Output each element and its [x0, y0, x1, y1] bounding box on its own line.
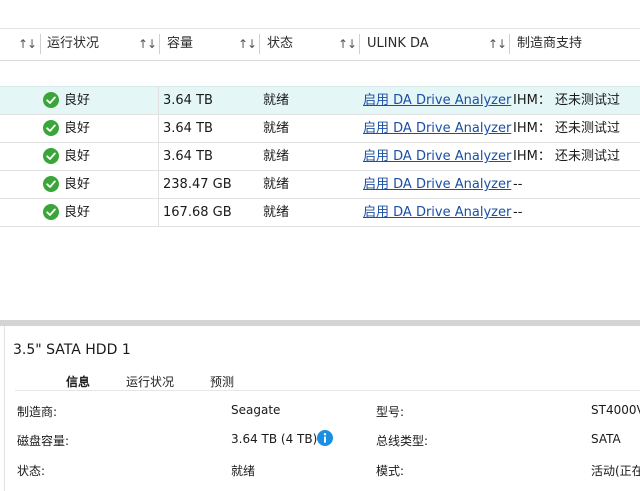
- column-header-health[interactable]: 运行状况: [47, 36, 99, 52]
- capacity-value: 238.47 GB: [163, 177, 232, 192]
- enable-drive-analyzer-link[interactable]: 启用 DA Drive Analyzer: [363, 199, 511, 226]
- column-divider: [158, 87, 159, 114]
- status-value: 就绪: [263, 149, 290, 164]
- enable-drive-analyzer-link[interactable]: 启用 DA Drive Analyzer: [363, 115, 511, 142]
- capacity-value: 3.64 TB: [163, 93, 213, 108]
- table-row[interactable]: 良好 167.68 GB 就绪 启用 DA Drive Analyzer --: [0, 199, 640, 227]
- sort-arrows-icon[interactable]: ↑↓: [338, 36, 357, 52]
- column-header-ulink-da[interactable]: ULINK DA: [367, 36, 429, 52]
- check-circle-icon: [43, 92, 59, 108]
- check-circle-icon: [43, 148, 59, 164]
- check-circle-icon: [43, 204, 59, 220]
- capacity-detail-value: 3.64 TB (4 TB): [231, 432, 318, 446]
- column-separator[interactable]: [259, 34, 260, 54]
- column-separator[interactable]: [159, 34, 160, 54]
- sort-arrows-icon[interactable]: ↑↓: [488, 36, 507, 52]
- drive-title: 3.5" SATA HDD 1: [13, 342, 131, 358]
- header-top-strip: [0, 0, 640, 29]
- status-value: 就绪: [263, 177, 290, 192]
- health-value: 良好: [64, 205, 91, 220]
- drive-detail-pane: 3.5" SATA HDD 1 信息 运行状况 预测 制造商: Seagate …: [0, 326, 640, 491]
- column-separator[interactable]: [40, 34, 41, 54]
- capacity-value: 3.64 TB: [163, 149, 213, 164]
- tab-info[interactable]: 信息: [66, 373, 90, 390]
- table-header: ↑↓ 运行状况 ↑↓ 容量 ↑↓ 状态 ↑↓ ULINK DA ↑↓ 制造商支持: [0, 0, 640, 61]
- column-header-status[interactable]: 状态: [267, 36, 293, 52]
- model-value: ST4000V: [591, 403, 640, 417]
- sort-arrows-icon[interactable]: ↑↓: [238, 36, 257, 52]
- support-value: IHM： 还未测试过: [513, 93, 620, 108]
- status-value: 就绪: [263, 93, 290, 108]
- column-separator[interactable]: [359, 34, 360, 54]
- support-value: --: [513, 177, 523, 192]
- status-value: 就绪: [263, 205, 290, 220]
- detail-left-border: [4, 326, 5, 491]
- drive-list: 良好 3.64 TB 就绪 启用 DA Drive Analyzer IHM： …: [0, 86, 640, 227]
- storage-window: ↑↓ 运行状况 ↑↓ 容量 ↑↓ 状态 ↑↓ ULINK DA ↑↓ 制造商支持…: [0, 0, 640, 491]
- check-circle-icon: [43, 176, 59, 192]
- health-value: 良好: [64, 93, 91, 108]
- support-value: --: [513, 205, 523, 220]
- support-value: IHM： 还未测试过: [513, 121, 620, 136]
- enable-drive-analyzer-link[interactable]: 启用 DA Drive Analyzer: [363, 87, 511, 114]
- column-separator[interactable]: [509, 34, 510, 54]
- table-row[interactable]: 良好 238.47 GB 就绪 启用 DA Drive Analyzer --: [0, 171, 640, 199]
- check-circle-icon: [43, 120, 59, 136]
- sort-arrows-icon[interactable]: ↑↓: [138, 36, 157, 52]
- health-value: 良好: [64, 121, 91, 136]
- bus-type-value: SATA: [591, 432, 621, 446]
- tab-prediction[interactable]: 预测: [210, 373, 234, 390]
- column-header-manufacturer-support[interactable]: 制造商支持: [517, 36, 582, 52]
- status-value: 就绪: [263, 121, 290, 136]
- column-divider: [158, 199, 159, 226]
- table-row[interactable]: 良好 3.64 TB 就绪 启用 DA Drive Analyzer IHM： …: [0, 86, 640, 115]
- enable-drive-analyzer-link[interactable]: 启用 DA Drive Analyzer: [363, 171, 511, 198]
- column-header-capacity[interactable]: 容量: [167, 36, 193, 52]
- column-divider: [158, 171, 159, 198]
- column-divider: [158, 143, 159, 170]
- column-divider: [158, 115, 159, 142]
- info-icon[interactable]: [317, 430, 333, 446]
- sort-arrows-icon[interactable]: ↑↓: [18, 36, 37, 52]
- table-row[interactable]: 良好 3.64 TB 就绪 启用 DA Drive Analyzer IHM： …: [0, 115, 640, 143]
- capacity-value: 167.68 GB: [163, 205, 232, 220]
- model-label: 型号:: [376, 405, 405, 419]
- tab-health[interactable]: 运行状况: [126, 373, 174, 390]
- bus-type-label: 总线类型:: [376, 434, 429, 448]
- manufacturer-value: Seagate: [231, 403, 281, 417]
- support-value: IHM： 还未测试过: [513, 149, 620, 164]
- health-value: 良好: [64, 177, 91, 192]
- capacity-value: 3.64 TB: [163, 121, 213, 136]
- mode-label: 模式:: [376, 464, 405, 478]
- status-label: 状态:: [17, 464, 46, 478]
- table-row[interactable]: 良好 3.64 TB 就绪 启用 DA Drive Analyzer IHM： …: [0, 143, 640, 171]
- tab-strip-divider: [15, 390, 640, 391]
- health-value: 良好: [64, 149, 91, 164]
- status-detail-value: 就绪: [231, 464, 256, 478]
- mode-value: 活动(正在: [591, 464, 640, 478]
- enable-drive-analyzer-link[interactable]: 启用 DA Drive Analyzer: [363, 143, 511, 170]
- capacity-label: 磁盘容量:: [17, 434, 70, 448]
- manufacturer-label: 制造商:: [17, 405, 58, 419]
